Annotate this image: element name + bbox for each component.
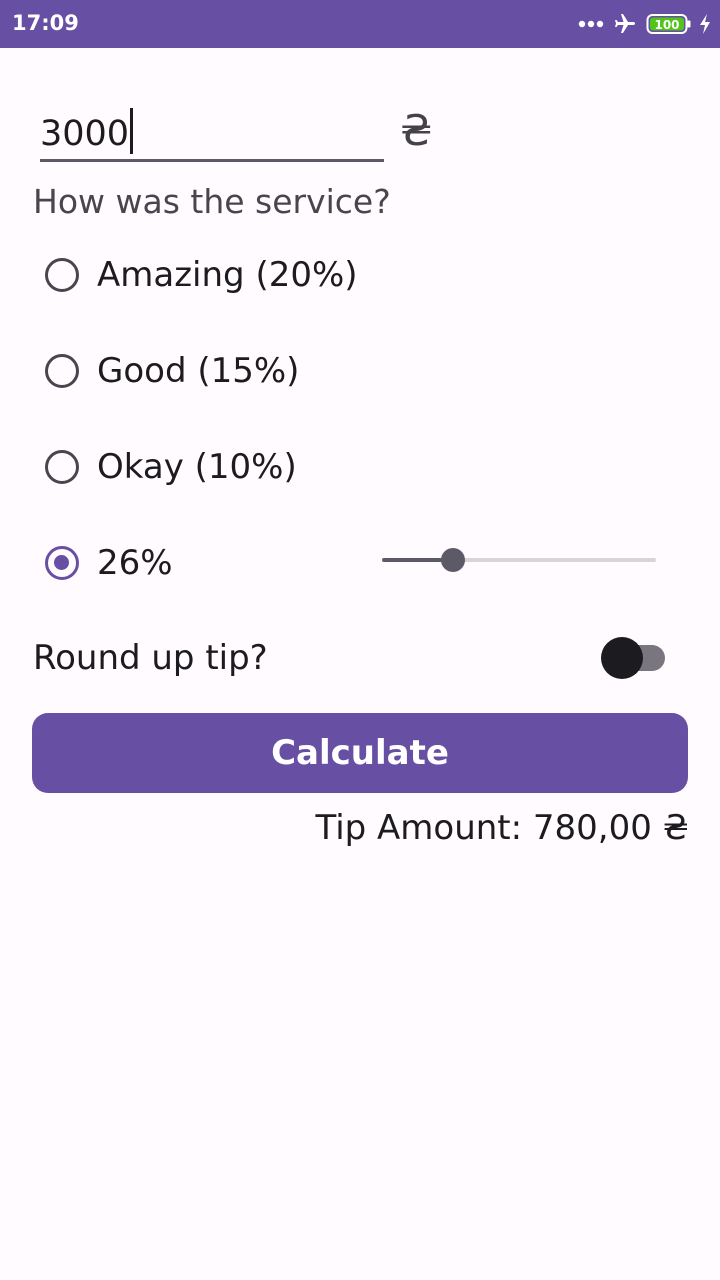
option-amazing[interactable]: Amazing (20%) <box>40 247 358 303</box>
radio-custom[interactable] <box>45 546 79 580</box>
radio-okay[interactable] <box>45 450 79 484</box>
calculate-button[interactable]: Calculate <box>32 713 688 793</box>
option-okay-label: Okay (10%) <box>97 447 297 487</box>
status-icons: 100 <box>578 10 712 38</box>
slider-thumb[interactable] <box>441 548 465 572</box>
tip-amount-result: Tip Amount: 780,00 ₴ <box>315 808 689 848</box>
amount-value: 3000 <box>40 114 130 154</box>
status-bar: 17:09 100 <box>0 0 720 48</box>
airplane-mode-icon <box>615 14 635 33</box>
radio-amazing[interactable] <box>45 258 79 292</box>
radio-good[interactable] <box>45 354 79 388</box>
round-up-label: Round up tip? <box>33 638 268 678</box>
text-caret <box>130 108 134 154</box>
option-amazing-label: Amazing (20%) <box>97 255 358 295</box>
option-okay[interactable]: Okay (10%) <box>40 439 297 495</box>
service-question-label: How was the service? <box>33 182 391 221</box>
round-up-switch[interactable] <box>601 636 667 680</box>
battery-level-text: 100 <box>654 18 679 32</box>
currency-symbol: ₴ <box>400 106 433 155</box>
status-time: 17:09 <box>12 11 79 35</box>
more-dots-icon <box>578 20 604 28</box>
switch-thumb <box>601 637 643 679</box>
battery-icon: 100 <box>646 14 691 34</box>
option-good[interactable]: Good (15%) <box>40 343 299 399</box>
cost-of-service-input[interactable]: 3000 <box>40 104 384 162</box>
custom-tip-slider[interactable] <box>382 545 656 575</box>
tip-calculator-screen: 3000 ₴ How was the service? Amazing (20%… <box>0 48 720 1280</box>
option-good-label: Good (15%) <box>97 351 300 391</box>
option-custom[interactable]: 26% <box>40 535 173 591</box>
option-custom-label: 26% <box>97 543 173 583</box>
charging-bolt-icon <box>700 14 710 34</box>
